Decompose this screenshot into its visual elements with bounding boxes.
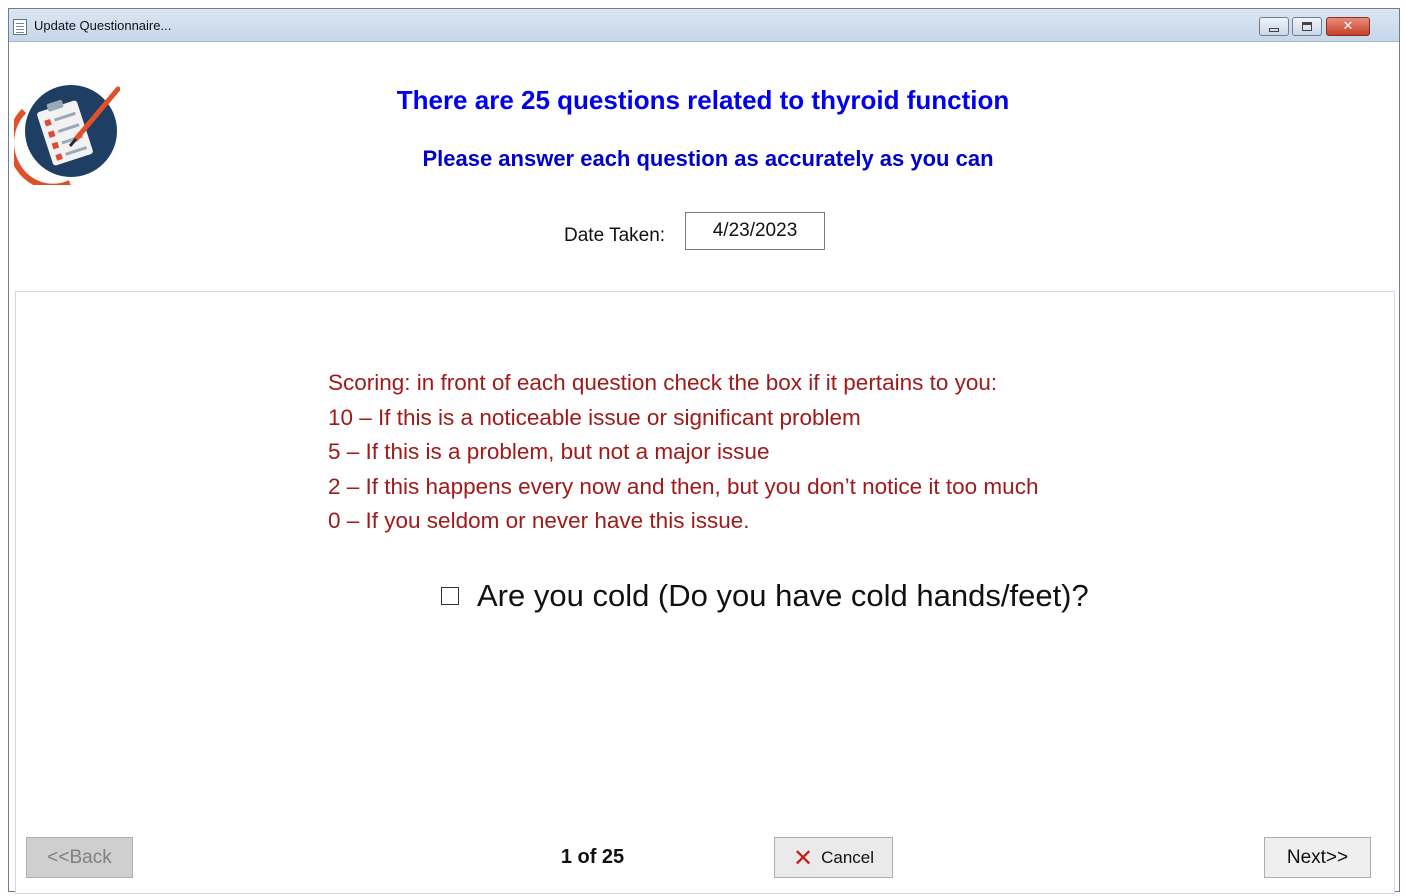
minimize-button[interactable]: [1259, 17, 1289, 36]
date-taken-label: Date Taken:: [564, 225, 666, 246]
maximize-button[interactable]: [1292, 17, 1322, 36]
close-icon: ✕: [1342, 19, 1354, 34]
question-item[interactable]: Are you cold (Do you have cold hands/fee…: [441, 578, 1089, 614]
date-taken-field[interactable]: 4/23/2023: [685, 212, 825, 250]
cancel-x-icon: ✕: [792, 843, 814, 872]
back-button[interactable]: <<Back: [26, 837, 133, 878]
question-checkbox[interactable]: [441, 587, 459, 605]
page-title: There are 25 questions related to thyroi…: [396, 85, 1010, 115]
window-title: Update Questionnaire...: [34, 18, 172, 33]
cancel-button[interactable]: ✕ Cancel: [774, 837, 893, 878]
maximize-icon: [1302, 22, 1312, 31]
close-button[interactable]: ✕: [1326, 17, 1370, 36]
page-subtitle: Please answer each question as accuratel…: [422, 146, 994, 171]
scoring-instructions: Scoring: in front of each question check…: [328, 366, 1038, 539]
scoring-line: Scoring: in front of each question check…: [328, 370, 998, 395]
window-app-icon: [13, 19, 27, 35]
question-text: Are you cold (Do you have cold hands/fee…: [477, 578, 1089, 613]
scoring-line: 10 – If this is a noticeable issue or si…: [328, 404, 861, 430]
cancel-label: Cancel: [821, 847, 875, 867]
page-indicator: 1 of 25: [560, 846, 625, 868]
next-button[interactable]: Next>>: [1264, 837, 1371, 878]
scoring-line: 5 – If this is a problem, but not a majo…: [328, 439, 770, 464]
title-bar: Update Questionnaire... ✕: [9, 9, 1399, 42]
minimize-icon: [1269, 27, 1279, 32]
scoring-line: 2 – If this happens every now and then, …: [328, 473, 1039, 499]
scoring-line: 0 – If you seldom or never have this iss…: [328, 508, 750, 533]
